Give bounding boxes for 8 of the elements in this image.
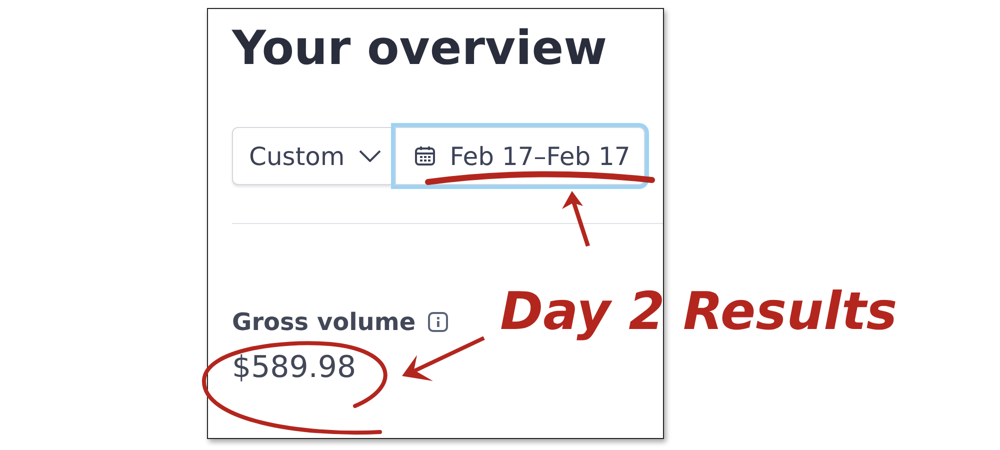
metric-label: Gross volume (232, 308, 416, 336)
metric-value: $589.98 (232, 350, 356, 386)
page-title: Your overview (232, 21, 608, 78)
arrow (562, 191, 590, 247)
info-icon[interactable] (428, 312, 448, 332)
calendar-icon (414, 145, 436, 168)
chevron-down-icon (358, 150, 381, 162)
annotation-text: Day 2 Results (500, 282, 898, 342)
